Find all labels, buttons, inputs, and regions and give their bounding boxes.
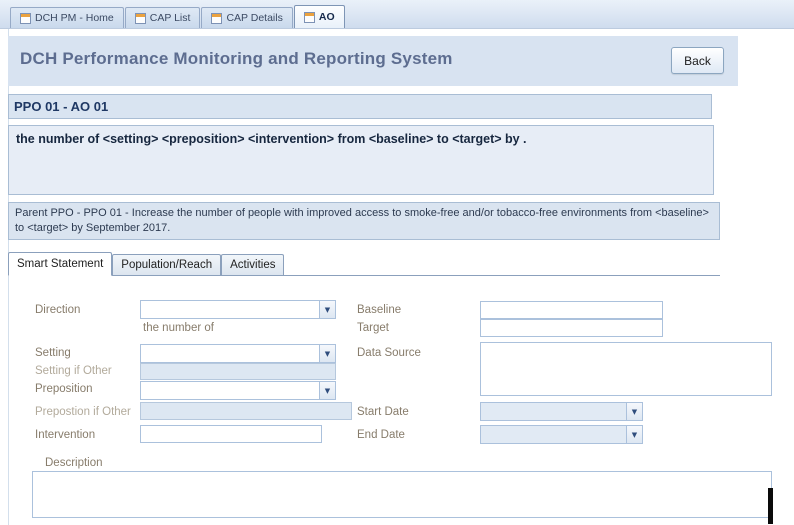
- start-date-label: Start Date: [357, 406, 409, 418]
- back-button[interactable]: Back: [671, 47, 724, 74]
- target-label: Target: [357, 322, 389, 334]
- record-title-box: PPO 01 - AO 01: [8, 94, 712, 119]
- form-icon: [211, 13, 222, 24]
- description-input[interactable]: [32, 471, 772, 518]
- direction-combobox[interactable]: [140, 300, 336, 319]
- tab-cap-list[interactable]: CAP List: [125, 7, 201, 28]
- dropdown-arrow-icon[interactable]: [626, 426, 642, 443]
- intervention-label: Intervention: [35, 429, 95, 441]
- direction-helper-text: the number of: [143, 322, 214, 334]
- preposition-if-other-label: Prepostion if Other: [35, 406, 131, 418]
- smart-statement-box: the number of <setting> <preposition> <i…: [8, 125, 714, 195]
- tab-dch-pm-home[interactable]: DCH PM - Home: [10, 7, 124, 28]
- tab-label: CAP List: [150, 12, 191, 24]
- preposition-if-other-input: [140, 402, 352, 420]
- preposition-combobox[interactable]: [140, 381, 336, 400]
- baseline-input[interactable]: [480, 301, 663, 319]
- form-tab-strip: Smart Statement Population/Reach Activit…: [8, 252, 720, 276]
- tab-label: CAP Details: [226, 12, 282, 24]
- end-date-label: End Date: [357, 429, 405, 441]
- dropdown-arrow-icon[interactable]: [319, 301, 335, 318]
- start-date-combobox[interactable]: [480, 402, 643, 421]
- form-icon: [20, 13, 31, 24]
- form-icon: [304, 12, 315, 23]
- baseline-label: Baseline: [357, 304, 401, 316]
- tab-label: AO: [319, 11, 335, 23]
- tab-label: DCH PM - Home: [35, 12, 114, 24]
- end-date-combobox[interactable]: [480, 425, 643, 444]
- tab-smart-statement[interactable]: Smart Statement: [8, 252, 112, 276]
- caret-artifact: [768, 488, 773, 524]
- setting-if-other-label: Setting if Other: [35, 365, 112, 377]
- intervention-input[interactable]: [140, 425, 322, 443]
- preposition-label: Preposition: [35, 383, 93, 395]
- dropdown-arrow-icon[interactable]: [626, 403, 642, 420]
- document-tab-bar: DCH PM - Home CAP List CAP Details AO: [0, 0, 794, 29]
- app-window: DCH PM - Home CAP List CAP Details AO DC…: [0, 0, 794, 525]
- data-source-label: Data Source: [357, 347, 421, 359]
- tab-population-reach[interactable]: Population/Reach: [112, 254, 221, 275]
- parent-ppo-box: Parent PPO - PPO 01 - Increase the numbe…: [8, 202, 720, 240]
- dropdown-arrow-icon[interactable]: [319, 382, 335, 399]
- tab-ao[interactable]: AO: [294, 5, 345, 28]
- data-source-input[interactable]: [480, 342, 772, 396]
- setting-if-other-input: [140, 363, 336, 380]
- target-input[interactable]: [480, 319, 663, 337]
- form-header: DCH Performance Monitoring and Reporting…: [8, 36, 738, 86]
- tab-activities[interactable]: Activities: [221, 254, 284, 275]
- tab-cap-details[interactable]: CAP Details: [201, 7, 292, 28]
- dropdown-arrow-icon[interactable]: [319, 345, 335, 362]
- setting-label: Setting: [35, 347, 71, 359]
- form-icon: [135, 13, 146, 24]
- setting-combobox[interactable]: [140, 344, 336, 363]
- direction-label: Direction: [35, 304, 80, 316]
- page-title: DCH Performance Monitoring and Reporting…: [20, 49, 453, 69]
- description-label: Description: [45, 457, 103, 469]
